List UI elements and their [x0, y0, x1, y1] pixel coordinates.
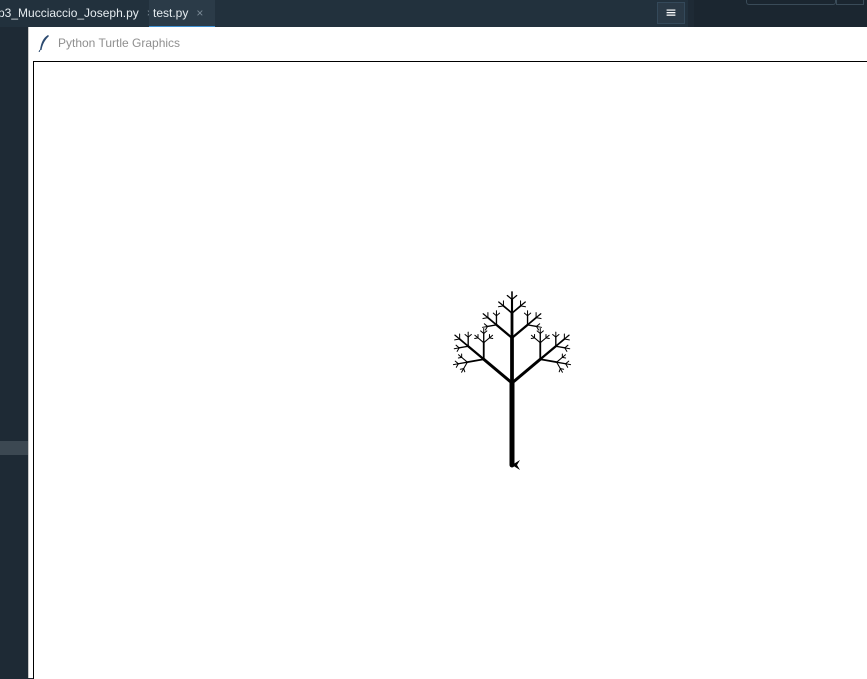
window-title: Python Turtle Graphics — [58, 35, 181, 50]
hamburger-menu-icon[interactable]: ≡ — [657, 2, 685, 24]
tree-branch — [510, 357, 542, 385]
tab-label: p3_Mucciaccio_Joseph.py — [0, 6, 139, 20]
tree-branch — [535, 313, 542, 319]
tree-branch — [461, 356, 468, 363]
tree-branch — [495, 323, 514, 340]
tree-branch — [563, 334, 570, 340]
tree-branch — [519, 301, 526, 307]
fractal-tree-drawing — [452, 291, 572, 470]
tree-branch — [477, 337, 485, 344]
tree-branch — [554, 338, 566, 348]
turtle-graphics-window: Python Turtle Graphics — [28, 27, 867, 679]
turtle-canvas[interactable] — [33, 61, 867, 679]
feather-icon — [37, 34, 51, 52]
right-panel — [694, 0, 867, 27]
tree-branch — [482, 357, 514, 385]
tree-branch — [482, 313, 489, 319]
search-field[interactable] — [746, 0, 836, 5]
tree-branch — [466, 358, 485, 364]
tree-branch — [467, 345, 485, 361]
tree-branch — [555, 345, 566, 349]
tab-p3-mucciaccio-joseph[interactable]: p3_Mucciaccio_Joseph.py × — [0, 0, 154, 26]
tree-branch — [534, 337, 541, 344]
close-icon[interactable]: × — [196, 6, 203, 20]
window-titlebar[interactable]: Python Turtle Graphics — [29, 27, 867, 58]
tree-branch — [511, 305, 522, 314]
tree-branch — [487, 316, 498, 326]
tree-branch — [510, 323, 529, 340]
tree-branch — [454, 334, 461, 340]
tree-branch — [526, 316, 537, 326]
tree-branch — [458, 338, 470, 348]
tree-branch — [556, 356, 563, 363]
tree-branch — [498, 301, 505, 307]
tree-branch — [539, 337, 547, 344]
tree-branch — [539, 358, 558, 364]
dropdown-button[interactable] — [836, 0, 864, 5]
tree-branch — [483, 337, 490, 344]
tree-branch — [539, 345, 557, 361]
tab-label: test.py — [153, 6, 189, 20]
editor-gutter — [0, 27, 28, 678]
tree-branch — [458, 345, 469, 349]
current-line-highlight — [0, 441, 28, 455]
editor-tab-bar: p3_Mucciaccio_Joseph.py × test.py × ≡ — [0, 0, 688, 28]
tree-branch — [526, 324, 538, 328]
tab-test-py[interactable]: test.py × — [149, 0, 215, 28]
tree-branch — [486, 324, 498, 328]
tree-branch — [502, 305, 513, 314]
